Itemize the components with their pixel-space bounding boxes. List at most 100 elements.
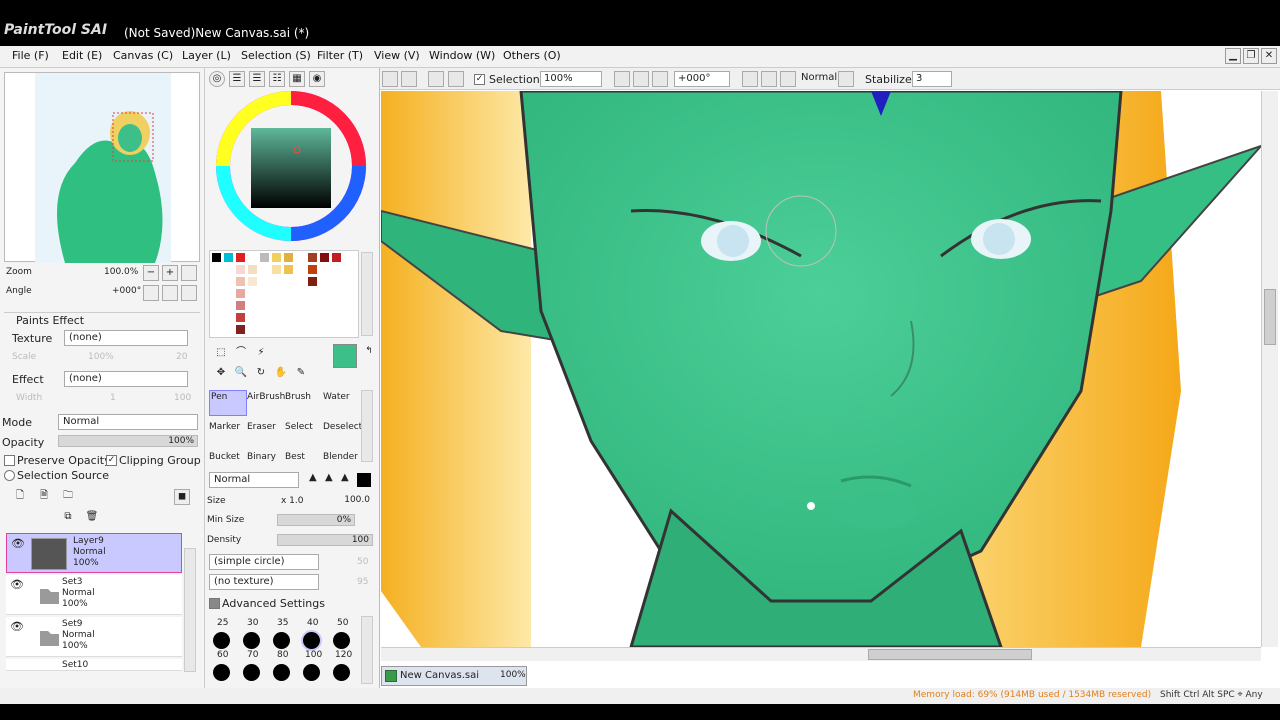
preset-dot[interactable] — [333, 632, 350, 649]
stabilizer-field[interactable]: 3 — [912, 71, 952, 87]
layer-mask-icon[interactable]: ◼ — [174, 489, 190, 505]
primary-color-swatch[interactable] — [333, 344, 357, 368]
hsv-slider-tab-icon[interactable]: ☰ — [249, 71, 265, 87]
effect-select[interactable]: (none) — [64, 371, 188, 387]
merge-down-icon[interactable]: ⧉ — [60, 510, 76, 526]
menu-window[interactable]: Window (W) — [429, 49, 495, 62]
eyedropper-icon[interactable]: ✎ — [293, 366, 309, 382]
minimize-button[interactable]: ▁ — [1225, 48, 1241, 64]
tool-binary-label[interactable]: Binary — [247, 452, 276, 462]
swatches-tab-icon[interactable]: ☷ — [269, 71, 285, 87]
layer-item-set3[interactable]: 👁 Set3 Normal 100% — [6, 575, 182, 615]
brush-blend-mode-select[interactable]: Normal — [209, 472, 299, 488]
advanced-settings-toggle[interactable] — [209, 598, 220, 609]
hand-icon[interactable]: ✋ — [273, 366, 289, 382]
document-tab[interactable]: New Canvas.sai 100% — [381, 666, 527, 686]
menu-others[interactable]: Others (O) — [503, 49, 561, 62]
angle-field[interactable]: +000° — [674, 71, 730, 87]
preset-dot[interactable] — [243, 664, 260, 681]
tool-select-label[interactable]: Select — [285, 422, 313, 432]
menu-edit[interactable]: Edit (E) — [62, 49, 102, 62]
swap-colors-icon[interactable]: ↰ — [361, 344, 377, 360]
flip-button[interactable] — [838, 71, 854, 87]
rotate-reset-button[interactable] — [780, 71, 796, 87]
menu-selection[interactable]: Selection (S) — [241, 49, 311, 62]
canvas-horizontal-scrollbar[interactable] — [381, 647, 1261, 661]
blend-mode-select[interactable]: Normal — [58, 414, 198, 430]
preset-dot-selected[interactable] — [303, 632, 320, 649]
tool-airbrush-label[interactable]: AirBrush — [247, 392, 285, 402]
menu-filter[interactable]: Filter (T) — [317, 49, 363, 62]
brush-texture-select[interactable]: (no texture) — [209, 574, 319, 590]
navigator-preview[interactable] — [4, 72, 200, 263]
opacity-slider[interactable]: 100% — [58, 435, 198, 447]
menu-file[interactable]: File (F) — [12, 49, 49, 62]
tool-marker-label[interactable]: Marker — [209, 422, 240, 432]
nav-zoom-reset-icon[interactable] — [181, 265, 197, 281]
density-slider[interactable]: 100 — [277, 534, 373, 546]
layer-item-layer9[interactable]: 👁 Layer9 Normal 100% — [6, 533, 182, 573]
rotate-icon[interactable]: ↻ — [253, 366, 269, 382]
visibility-eye-icon[interactable]: 👁 — [10, 578, 24, 591]
visibility-eye-icon[interactable]: 👁 — [11, 537, 25, 550]
nav-zoom-in-icon[interactable]: + — [162, 265, 178, 281]
lasso-icon[interactable]: ⌒ — [233, 346, 249, 362]
menu-layer[interactable]: Layer (L) — [182, 49, 231, 62]
view-mode-field[interactable]: Normal — [798, 71, 837, 87]
tool-bucket-label[interactable]: Bucket — [209, 452, 240, 462]
brush-shape-select[interactable]: (simple circle) — [209, 554, 319, 570]
scratchpad-tab-icon[interactable]: ▦ — [289, 71, 305, 87]
texture-select[interactable]: (none) — [64, 330, 188, 346]
tool-brush-label[interactable]: Brush — [285, 392, 311, 402]
zoom-reset-button[interactable] — [652, 71, 668, 87]
magic-wand-icon[interactable]: ⚡ — [253, 346, 269, 362]
presets-scrollbar[interactable] — [361, 616, 373, 684]
rect-select-icon[interactable]: ⬚ — [213, 346, 229, 362]
color-wheel-tab-icon[interactable]: ◎ — [209, 71, 225, 87]
menu-canvas[interactable]: Canvas (C) — [113, 49, 173, 62]
tool-best-label[interactable]: Best — [285, 452, 305, 462]
close-button[interactable]: ✕ — [1261, 48, 1277, 64]
clipping-group-checkbox[interactable]: ✓ — [106, 455, 117, 466]
move-icon[interactable]: ✥ — [213, 366, 229, 382]
zoom-out-button[interactable] — [614, 71, 630, 87]
preset-dot[interactable] — [213, 664, 230, 681]
selection-checkbox[interactable]: ✓ — [474, 74, 485, 85]
tool-blender-label[interactable]: Blender — [323, 452, 358, 462]
nav-rotate-reset-icon[interactable] — [181, 285, 197, 301]
preset-dot[interactable] — [303, 664, 320, 681]
user-swatch-tab-icon[interactable]: ◉ — [309, 71, 325, 87]
invert-selection-button[interactable] — [448, 71, 464, 87]
preset-dot[interactable] — [273, 664, 290, 681]
swatch-palette[interactable] — [209, 250, 359, 338]
undo-button[interactable] — [382, 71, 398, 87]
preset-dot[interactable] — [243, 632, 260, 649]
new-linework-layer-icon[interactable]: 🗎 — [36, 489, 52, 505]
selection-source-radio[interactable] — [4, 470, 15, 481]
rotate-left-button[interactable] — [742, 71, 758, 87]
deselect-button[interactable] — [428, 71, 444, 87]
tool-eraser-label[interactable]: Eraser — [247, 422, 276, 432]
tools-scrollbar[interactable] — [361, 390, 373, 462]
preset-dot[interactable] — [273, 632, 290, 649]
palette-scrollbar[interactable] — [361, 252, 373, 336]
preset-dot[interactable] — [333, 664, 350, 681]
vertical-scroll-thumb[interactable] — [1264, 289, 1276, 345]
rgb-slider-tab-icon[interactable]: ☰ — [229, 71, 245, 87]
zoom-field[interactable]: 100% — [540, 71, 602, 87]
nav-zoom-out-icon[interactable]: − — [143, 265, 159, 281]
paints-effect-header[interactable]: Paints Effect — [4, 312, 200, 327]
nav-rotate-left-icon[interactable] — [143, 285, 159, 301]
drawing-canvas[interactable] — [381, 91, 1261, 647]
redo-button[interactable] — [401, 71, 417, 87]
delete-layer-icon[interactable]: 🗑 — [84, 510, 100, 526]
preserve-opacity-checkbox[interactable] — [4, 455, 15, 466]
layer-item-set10[interactable]: Set10 — [6, 659, 182, 671]
canvas-vertical-scrollbar[interactable] — [1261, 91, 1278, 647]
visibility-eye-icon[interactable]: 👁 — [10, 620, 24, 633]
min-size-slider[interactable]: 0% — [277, 514, 355, 526]
zoom-icon[interactable]: 🔍 — [233, 366, 249, 382]
size-slider[interactable]: 100.0 — [281, 495, 373, 507]
tool-deselect-label[interactable]: Deselect — [323, 422, 362, 432]
preset-dot[interactable] — [213, 632, 230, 649]
